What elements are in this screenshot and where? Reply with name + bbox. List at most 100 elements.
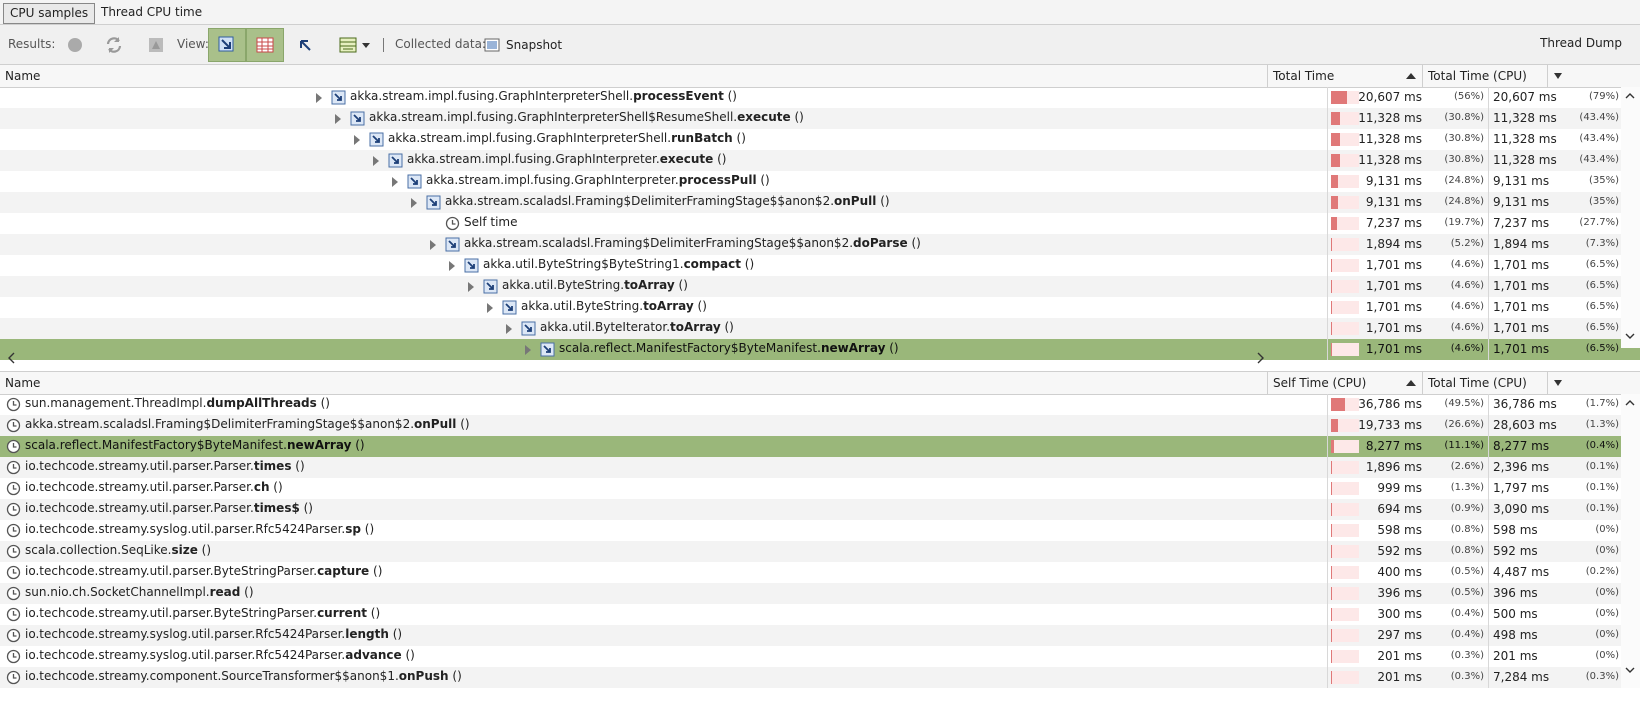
- method-suffix: (): [388, 627, 403, 641]
- time-cell: 1,701 ms (4.6%): [1327, 318, 1488, 339]
- call-tree-horizontal-scrollbar[interactable]: [0, 348, 1326, 367]
- cpu-time-value: 1,701 ms: [1493, 279, 1550, 293]
- table-row[interactable]: io.techcode.streamy.component.SourceTran…: [0, 667, 1640, 688]
- tree-row[interactable]: akka.stream.impl.fusing.GraphInterpreter…: [0, 87, 1640, 108]
- table-row[interactable]: io.techcode.streamy.syslog.util.parser.R…: [0, 520, 1640, 541]
- expand-arrow-icon[interactable]: [487, 303, 493, 313]
- method-name: io.techcode.streamy.util.parser.Parser.t…: [25, 459, 305, 473]
- time-value: 300 ms: [1377, 607, 1422, 621]
- method-prefix: io.techcode.streamy.util.parser.Parser.: [25, 459, 254, 473]
- tree-row[interactable]: akka.util.ByteString$ByteString1.compact…: [0, 255, 1640, 276]
- view-hot-spots-button[interactable]: [246, 28, 284, 62]
- tree-row[interactable]: akka.stream.scaladsl.Framing$DelimiterFr…: [0, 234, 1640, 255]
- tab-cpu-samples[interactable]: CPU samples: [3, 3, 96, 24]
- table-row[interactable]: io.techcode.streamy.util.parser.Parser.c…: [0, 478, 1640, 499]
- snapshot-button[interactable]: Snapshot: [484, 30, 564, 60]
- table-row[interactable]: scala.collection.SeqLike.size () 592 ms (0…: [0, 541, 1640, 562]
- method-name: akka.stream.impl.fusing.GraphInterpreter…: [407, 152, 726, 166]
- record-button[interactable]: [60, 30, 90, 60]
- hot-spots-column-chooser-button[interactable]: [1548, 372, 1564, 394]
- view-back-traces-button[interactable]: [290, 30, 320, 60]
- hot-spots-column-header-name[interactable]: Name: [0, 372, 1268, 394]
- table-row[interactable]: sun.management.ThreadImpl.dumpAllThreads…: [0, 394, 1640, 415]
- percent-bar-fill: [1331, 217, 1337, 230]
- cpu-time-percent: (6.5%): [1585, 301, 1619, 312]
- expand-arrow-icon[interactable]: [449, 261, 455, 271]
- tab-thread-cpu-time[interactable]: Thread CPU time: [95, 3, 208, 22]
- name-cell: io.techcode.streamy.util.parser.ByteStri…: [0, 604, 1326, 625]
- view-call-tree-button[interactable]: [208, 28, 246, 62]
- percent-bar-fill: [1331, 322, 1332, 335]
- expand-arrow-icon[interactable]: [430, 240, 436, 250]
- tree-row[interactable]: akka.stream.impl.fusing.GraphInterpreter…: [0, 129, 1640, 150]
- column-header-total-time-label: Total Time: [1273, 69, 1335, 83]
- name-cell: scala.reflect.ManifestFactory$ByteManife…: [0, 436, 1326, 457]
- name-cell: io.techcode.streamy.syslog.util.parser.R…: [0, 625, 1326, 646]
- results-label: Results:: [8, 37, 56, 51]
- method-prefix: scala.collection.SeqLike.: [25, 543, 172, 557]
- time-percent: (0.4%): [1450, 608, 1484, 619]
- method-name: akka.stream.impl.fusing.GraphInterpreter…: [388, 131, 746, 145]
- expand-arrow-icon[interactable]: [335, 114, 341, 124]
- tree-row[interactable]: akka.util.ByteString.toArray () 1,701 ms (…: [0, 297, 1640, 318]
- cpu-time-percent: (0%): [1595, 650, 1619, 661]
- name-cell: io.techcode.streamy.syslog.util.parser.R…: [0, 646, 1326, 667]
- method-bold-name: processPull: [678, 173, 757, 187]
- clock-icon: [6, 460, 21, 475]
- method-prefix: akka.stream.impl.fusing.GraphInterpreter…: [426, 173, 679, 187]
- reset-button[interactable]: [141, 30, 171, 60]
- clock-icon: [6, 670, 21, 685]
- table-row[interactable]: io.techcode.streamy.util.parser.ByteStri…: [0, 604, 1640, 625]
- time-value: 1,701 ms: [1365, 342, 1422, 356]
- expand-arrow-icon[interactable]: [411, 198, 417, 208]
- call-tree-vertical-scrollbar[interactable]: [1621, 87, 1640, 348]
- table-row[interactable]: io.techcode.streamy.syslog.util.parser.R…: [0, 625, 1640, 646]
- expand-arrow-icon[interactable]: [506, 324, 512, 334]
- time-percent: (0.3%): [1450, 650, 1484, 661]
- column-header-total-time-cpu[interactable]: Total Time (CPU): [1423, 65, 1548, 87]
- column-chooser-button[interactable]: [1548, 65, 1564, 87]
- tree-row[interactable]: akka.util.ByteIterator.toArray () 1,701 m…: [0, 318, 1640, 339]
- expand-arrow-icon[interactable]: [468, 282, 474, 292]
- expand-arrow-icon[interactable]: [392, 177, 398, 187]
- table-row[interactable]: io.techcode.streamy.util.parser.Parser.t…: [0, 499, 1640, 520]
- tree-row[interactable]: akka.stream.impl.fusing.GraphInterpreter…: [0, 171, 1640, 192]
- percent-bar: [1331, 322, 1359, 335]
- column-header-name[interactable]: Name: [0, 65, 1268, 87]
- column-header-self-time-cpu[interactable]: Self Time (CPU): [1268, 372, 1423, 394]
- time-cell: 201 ms (0.3%): [1327, 646, 1488, 667]
- tree-row[interactable]: akka.stream.impl.fusing.GraphInterpreter…: [0, 150, 1640, 171]
- cpu-time-percent: (79%): [1588, 91, 1619, 102]
- method-prefix: akka.stream.impl.fusing.GraphInterpreter…: [407, 152, 660, 166]
- method-name: akka.util.ByteString.toArray (): [521, 299, 707, 313]
- tree-row[interactable]: akka.util.ByteString.toArray () 1,701 ms (…: [0, 276, 1640, 297]
- hot-spots-column-header-total-time-cpu[interactable]: Total Time (CPU): [1423, 372, 1548, 394]
- expand-arrow-icon[interactable]: [373, 156, 379, 166]
- table-row[interactable]: io.techcode.streamy.util.parser.Parser.t…: [0, 457, 1640, 478]
- call-tree-rows: akka.stream.impl.fusing.GraphInterpreter…: [0, 87, 1640, 360]
- table-row[interactable]: sun.nio.ch.SocketChannelImpl.read () 396 …: [0, 583, 1640, 604]
- expand-arrow-icon[interactable]: [354, 135, 360, 145]
- time-cell: 19,733 ms (26.6%): [1327, 415, 1488, 436]
- tree-row[interactable]: Self time 7,237 ms (19.7%) 7,237 ms (27.7%): [0, 213, 1640, 234]
- column-header-total-time[interactable]: Total Time: [1268, 65, 1423, 87]
- refresh-button[interactable]: [99, 30, 129, 60]
- method-prefix: sun.management.ThreadImpl.: [25, 396, 207, 410]
- expand-arrow-icon[interactable]: [316, 93, 322, 103]
- table-row[interactable]: io.techcode.streamy.syslog.util.parser.R…: [0, 646, 1640, 667]
- tree-row[interactable]: akka.stream.scaladsl.Framing$DelimiterFr…: [0, 192, 1640, 213]
- method-suffix: (): [316, 396, 330, 410]
- table-row[interactable]: scala.reflect.ManifestFactory$ByteManife…: [0, 436, 1640, 457]
- cpu-time-percent: (0%): [1595, 608, 1619, 619]
- hot-spots-vertical-scrollbar[interactable]: [1621, 394, 1640, 688]
- thread-dump-button[interactable]: Thread Dump: [1540, 36, 1622, 50]
- method-prefix: io.techcode.streamy.util.parser.Parser.: [25, 501, 254, 515]
- method-prefix: scala.reflect.ManifestFactory$ByteManife…: [25, 438, 287, 452]
- table-row[interactable]: io.techcode.streamy.util.parser.ByteStri…: [0, 562, 1640, 583]
- tree-row[interactable]: akka.stream.impl.fusing.GraphInterpreter…: [0, 108, 1640, 129]
- table-row[interactable]: akka.stream.scaladsl.Framing$DelimiterFr…: [0, 415, 1640, 436]
- columns-dropdown-button[interactable]: [357, 30, 375, 60]
- scroll-down-icon: [1625, 333, 1635, 339]
- method-name: io.techcode.streamy.component.SourceTran…: [25, 669, 462, 683]
- cpu-time-value: 1,894 ms: [1493, 237, 1550, 251]
